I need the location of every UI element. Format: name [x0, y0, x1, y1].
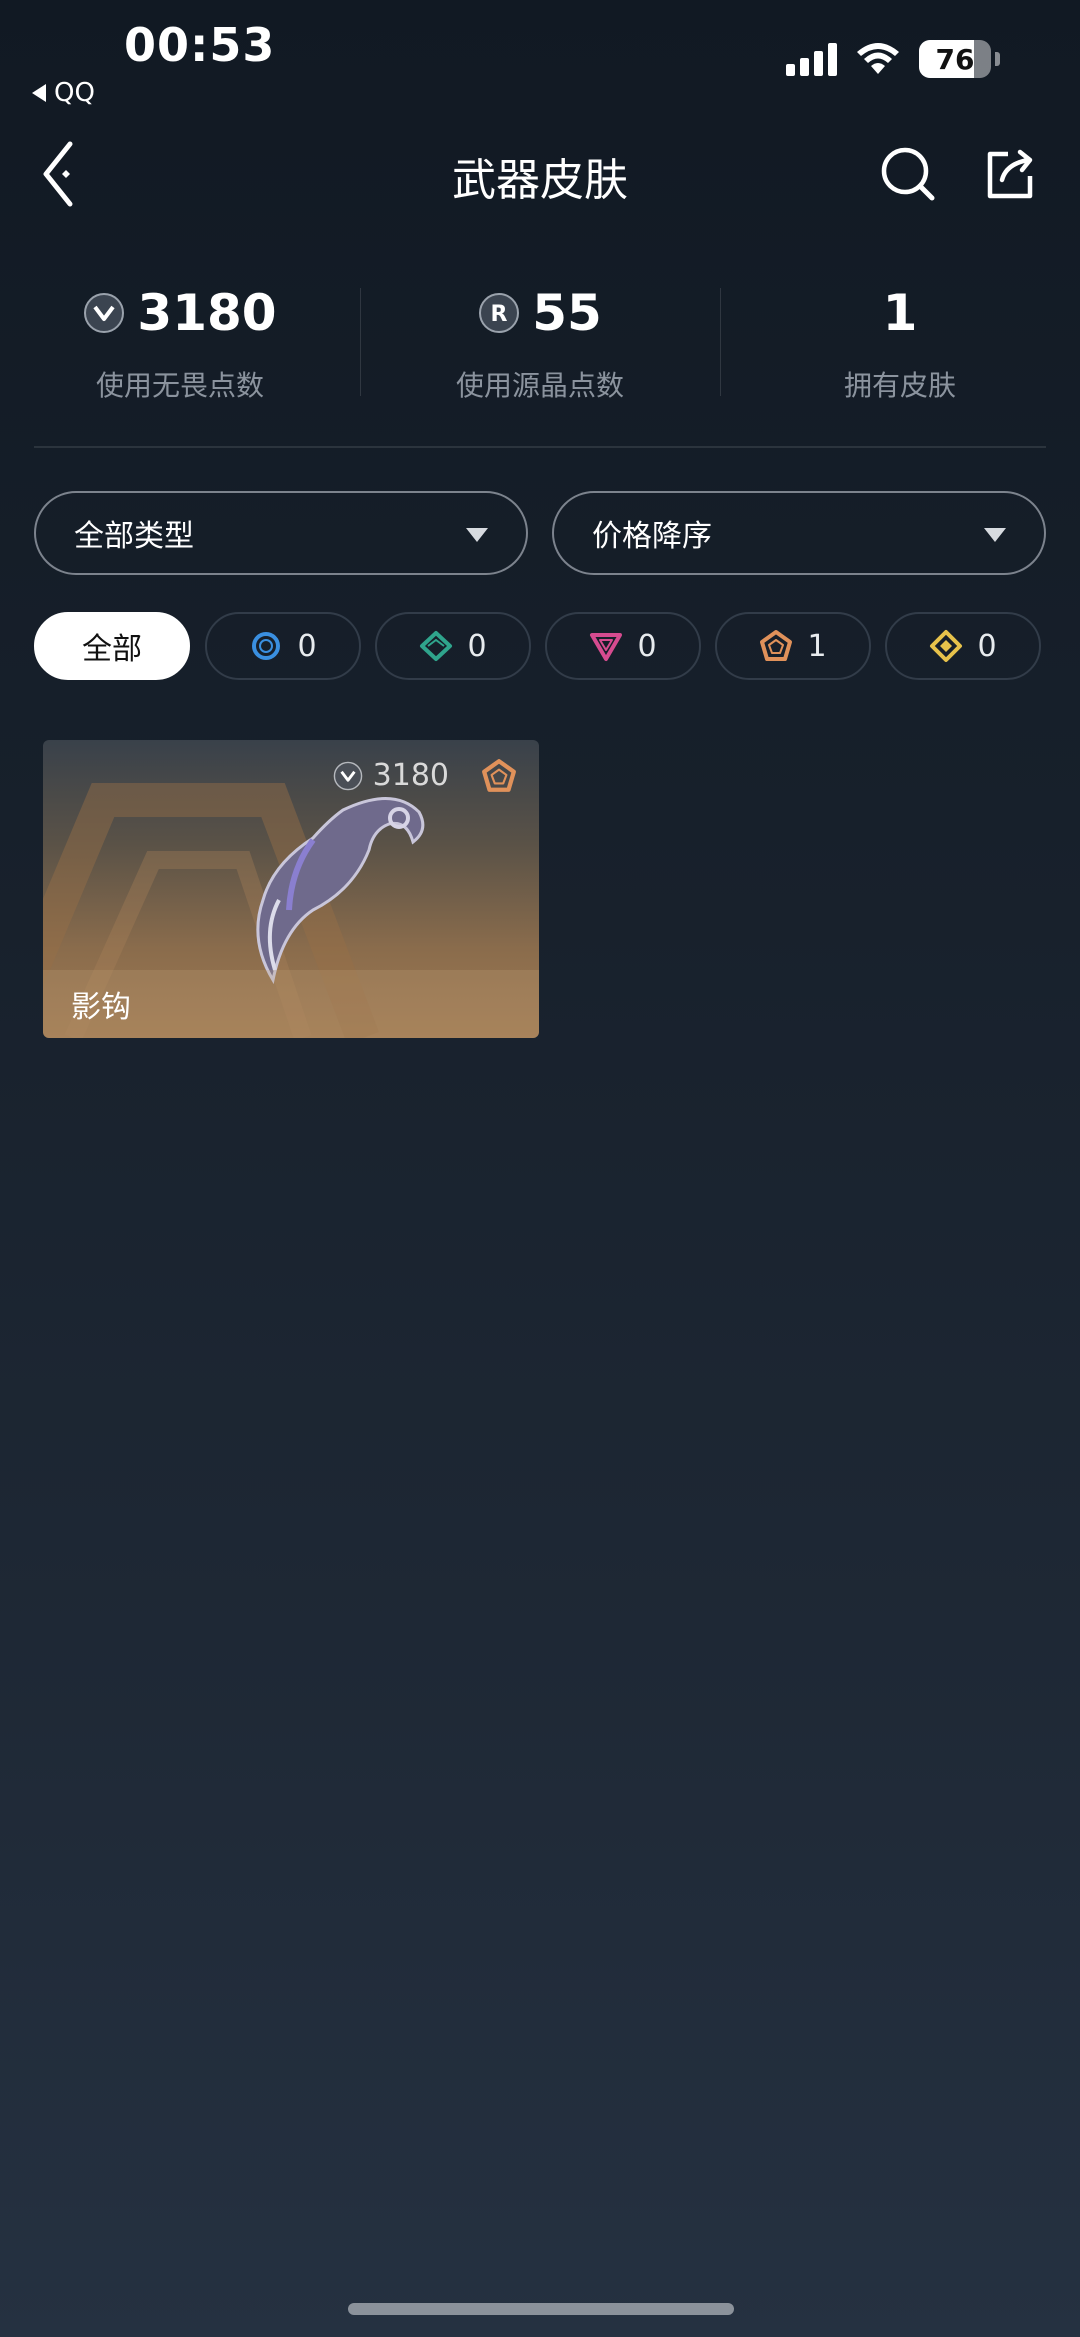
- radianite-coin-icon: R: [479, 293, 520, 333]
- tier-filter-ultra[interactable]: 0: [885, 612, 1041, 680]
- tier-filter-select[interactable]: 0: [205, 612, 361, 680]
- sort-dropdown[interactable]: 价格降序: [552, 491, 1046, 575]
- exclusive-tier-icon: [760, 630, 793, 661]
- share-icon[interactable]: [984, 146, 1036, 202]
- stat-vp-spent: 3180 使用无畏点数: [0, 280, 360, 410]
- skin-card[interactable]: 3180 影钩: [43, 740, 539, 1038]
- skin-name-bar: 影钩: [43, 970, 539, 1038]
- skin-price: 3180: [333, 758, 449, 793]
- vp-coin-icon: [333, 761, 362, 790]
- tier-filter-label: 全部: [82, 632, 142, 667]
- stat-label: 使用无畏点数: [95, 369, 264, 402]
- karambit-knife-icon: [256, 797, 425, 985]
- tier-count: 0: [977, 628, 997, 664]
- stat-value: 1: [882, 284, 918, 342]
- tier-count: 0: [297, 628, 317, 664]
- skin-price-value: 3180: [372, 758, 449, 793]
- status-indicators: 76: [786, 40, 1000, 78]
- back-triangle-icon: [32, 84, 46, 102]
- battery-tip: [995, 52, 1000, 66]
- stat-value: 55: [532, 284, 602, 342]
- caret-down-icon: [466, 528, 488, 542]
- tier-filter-deluxe[interactable]: 0: [375, 612, 531, 680]
- search-icon[interactable]: [880, 146, 936, 202]
- cellular-signal-icon: [786, 42, 837, 76]
- wifi-icon: [857, 43, 899, 74]
- tier-filter-premium[interactable]: 0: [545, 612, 701, 680]
- caret-down-icon: [984, 528, 1006, 542]
- sort-value: 价格降序: [592, 519, 712, 554]
- type-filter-dropdown[interactable]: 全部类型: [34, 491, 528, 575]
- premium-tier-icon: [590, 633, 623, 661]
- exclusive-tier-icon: [482, 759, 516, 792]
- stat-label: 拥有皮肤: [843, 369, 956, 402]
- status-time: 00:53: [124, 18, 276, 72]
- skin-name: 影钩: [71, 990, 131, 1025]
- home-indicator[interactable]: [348, 2303, 734, 2315]
- stat-owned-skins: 1 拥有皮肤: [720, 280, 1080, 410]
- svg-text:R: R: [491, 302, 508, 327]
- tier-filter-exclusive[interactable]: 1: [715, 612, 871, 680]
- back-to-app-link[interactable]: QQ: [32, 78, 95, 108]
- ultra-tier-icon: [930, 630, 963, 662]
- stat-label: 使用源晶点数: [455, 369, 624, 402]
- stats-row: 3180 使用无畏点数 R 55 使用源晶点数 1 拥有皮肤: [0, 280, 1080, 410]
- tier-filter-all[interactable]: 全部: [34, 612, 190, 680]
- select-tier-icon: [252, 632, 281, 660]
- deluxe-tier-icon: [420, 631, 453, 661]
- tier-count: 0: [637, 628, 657, 664]
- stat-value: 3180: [137, 284, 277, 342]
- battery-icon: 76: [919, 40, 991, 78]
- stat-radianite-spent: R 55 使用源晶点数: [360, 280, 720, 410]
- tier-count: 0: [467, 628, 487, 664]
- battery-percent: 76: [935, 42, 975, 76]
- vp-coin-icon: [84, 293, 125, 333]
- tier-count: 1: [807, 628, 827, 664]
- section-divider: [34, 446, 1046, 448]
- back-app-label: QQ: [54, 78, 95, 108]
- type-filter-value: 全部类型: [74, 519, 194, 554]
